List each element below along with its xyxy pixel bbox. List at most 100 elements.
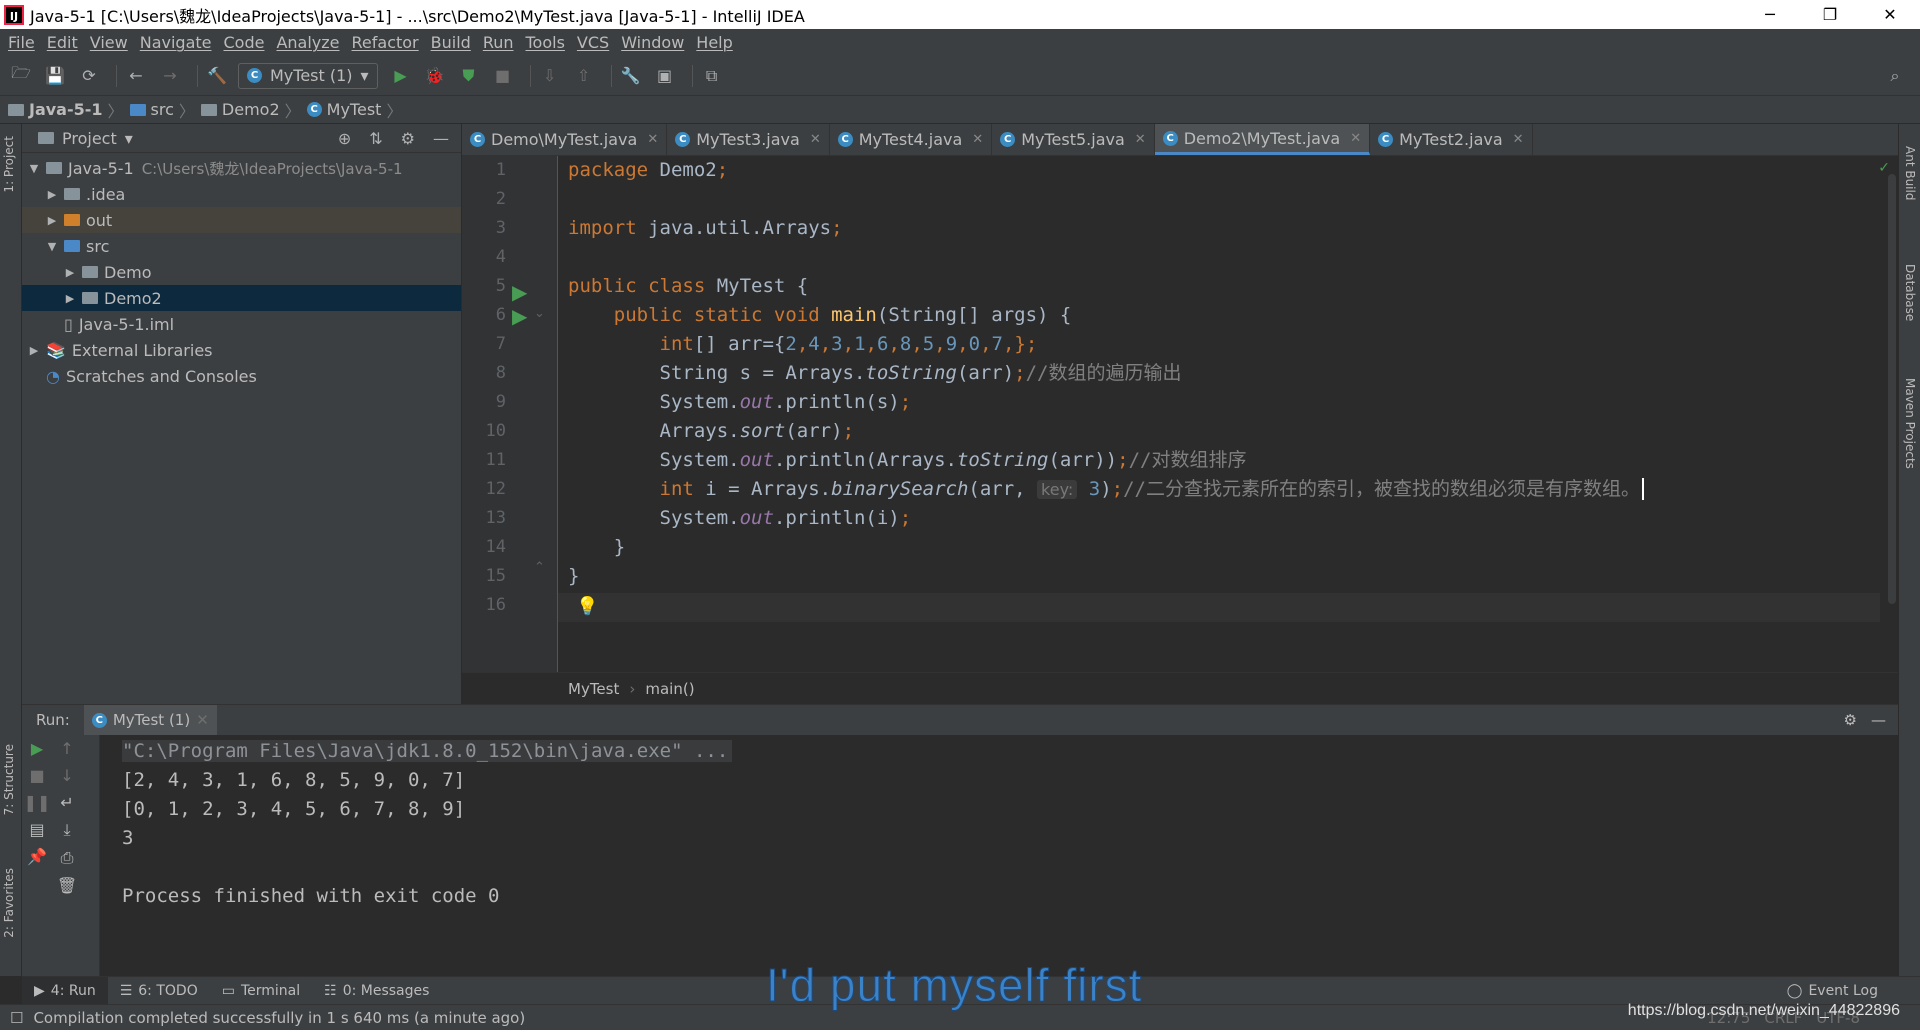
menu-navigate[interactable]: Navigate	[136, 33, 220, 52]
tool-tab-terminal[interactable]: ▭ Terminal	[210, 977, 312, 1005]
run-main-gutter-icon[interactable]: ▶	[512, 304, 527, 328]
menu-vcs[interactable]: VCS	[573, 33, 617, 52]
editor-scrollbar[interactable]	[1888, 174, 1896, 604]
vcs-update-icon[interactable]: ⇩	[537, 63, 563, 89]
tool-tab-run[interactable]: ▶ 4: Run	[22, 976, 108, 1005]
close-tab-icon[interactable]: ✕	[647, 132, 658, 147]
project-structure-icon[interactable]: ▣	[652, 63, 678, 89]
editor-tab[interactable]: C Demo2\MyTest.java ✕	[1154, 124, 1371, 155]
run-tab[interactable]: C MyTest (1) ✕	[83, 705, 217, 735]
menu-tools[interactable]: Tools	[522, 33, 573, 52]
menu-run[interactable]: Run	[479, 33, 522, 52]
tool-tab-project[interactable]: 1: Project	[2, 136, 16, 193]
menu-build[interactable]: Build	[427, 33, 479, 52]
gear-icon[interactable]: ⚙	[401, 129, 415, 148]
collapsed-arrow-icon[interactable]: ▶	[62, 292, 78, 305]
close-tab-icon[interactable]: ✕	[1513, 132, 1524, 147]
forward-arrow-icon[interactable]: →	[157, 63, 183, 89]
up-arrow-icon[interactable]: ↑	[60, 739, 73, 758]
minimize-button[interactable]: ─	[1740, 0, 1800, 29]
print-icon[interactable]: ⎙	[61, 848, 74, 868]
tree-item-idea[interactable]: ▶ .idea	[22, 181, 461, 207]
run-coverage-icon[interactable]: ⛊	[456, 63, 482, 89]
status-toggle-icon[interactable]: ☐	[10, 1009, 23, 1027]
soft-wrap-icon[interactable]: ↵	[60, 793, 73, 812]
close-tab-icon[interactable]: ✕	[972, 132, 983, 147]
editor-tab[interactable]: C MyTest3.java ✕	[667, 124, 830, 155]
pin-icon[interactable]: 📌	[27, 847, 47, 866]
editor-tab[interactable]: C MyTest4.java ✕	[830, 124, 993, 155]
stop-icon[interactable]: ■	[490, 63, 516, 89]
menu-refactor[interactable]: Refactor	[348, 33, 427, 52]
close-tab-icon[interactable]: ✕	[196, 711, 209, 729]
back-arrow-icon[interactable]: ←	[123, 63, 149, 89]
tree-item-out[interactable]: ▶ out	[22, 207, 461, 233]
collapsed-arrow-icon[interactable]: ▶	[26, 344, 42, 357]
tree-item-java-5-1-iml[interactable]: ▯ Java-5-1.iml	[22, 311, 461, 337]
tool-tab-messages[interactable]: ☷ 0: Messages	[312, 977, 441, 1005]
code-editor[interactable]: package Demo2; import java.util.Arrays; …	[568, 156, 1888, 672]
collapsed-arrow-icon[interactable]: ▶	[44, 214, 60, 227]
expanded-arrow-icon[interactable]: ▼	[44, 240, 60, 253]
run-configuration-select[interactable]: C MyTest (1) ▾	[238, 62, 378, 89]
vcs-commit-icon[interactable]: ⇧	[571, 63, 597, 89]
editor-tab[interactable]: C MyTest5.java ✕	[992, 124, 1155, 155]
open-folder-icon[interactable]: 🗁	[8, 63, 34, 89]
tree-item-external-libraries[interactable]: ▶ 📚 External Libraries	[22, 337, 461, 363]
collapsed-arrow-icon[interactable]: ▶	[44, 188, 60, 201]
debug-bug-icon[interactable]: 🐞	[422, 63, 448, 89]
breadcrumb-package[interactable]: Demo2 〉	[200, 98, 301, 122]
tree-item-demo[interactable]: ▶ Demo	[22, 259, 461, 285]
close-tab-icon[interactable]: ✕	[810, 132, 821, 147]
tree-item-scratches-and-consoles[interactable]: ◔ Scratches and Consoles	[22, 363, 461, 389]
scroll-to-end-icon[interactable]: ⤓	[63, 820, 70, 840]
menu-edit[interactable]: Edit	[43, 33, 86, 52]
hide-panel-icon[interactable]: —	[1871, 711, 1886, 729]
sdk-manager-icon[interactable]: ⧉	[699, 63, 725, 89]
menu-analyze[interactable]: Analyze	[272, 33, 347, 52]
restore-button[interactable]: ❐	[1800, 0, 1860, 29]
trash-icon[interactable]: 🗑	[57, 876, 77, 895]
menu-help[interactable]: Help	[692, 33, 740, 52]
tool-tab-database[interactable]: Database	[1903, 264, 1917, 321]
collapse-all-icon[interactable]: ⇅	[369, 129, 382, 148]
editor-tab[interactable]: C Demo\MyTest.java ✕	[462, 124, 668, 155]
stop-icon[interactable]: ■	[29, 766, 44, 785]
rerun-icon[interactable]: ▶	[31, 739, 43, 758]
tool-tab-structure[interactable]: 7: Structure	[2, 744, 16, 815]
menu-window[interactable]: Window	[617, 33, 692, 52]
close-window-button[interactable]: ✕	[1860, 0, 1920, 29]
tool-tab-todo[interactable]: ☰ 6: TODO	[108, 977, 210, 1005]
breadcrumb-class[interactable]: C MyTest 〉	[306, 98, 402, 122]
pause-icon[interactable]: ❚❚	[24, 793, 51, 812]
editor-tab[interactable]: C MyTest2.java ✕	[1370, 124, 1533, 155]
fold-icon[interactable]: ⌄	[534, 306, 545, 321]
breadcrumb-project[interactable]: Java-5-1 〉	[8, 98, 124, 122]
scroll-from-source-icon[interactable]: ⊕	[338, 129, 351, 148]
tool-tab-maven[interactable]: Maven Projects	[1903, 378, 1917, 469]
close-tab-icon[interactable]: ✕	[1135, 132, 1146, 147]
hide-panel-icon[interactable]: —	[433, 129, 449, 148]
build-hammer-icon[interactable]: 🔨	[204, 63, 230, 89]
expanded-arrow-icon[interactable]: ▼	[26, 162, 42, 175]
breadcrumb-src[interactable]: src 〉	[129, 98, 195, 122]
settings-wrench-icon[interactable]: 🔧	[618, 63, 644, 89]
breadcrumb-method-item[interactable]: main()	[645, 680, 694, 698]
menu-file[interactable]: File	[4, 33, 43, 52]
tool-tab-favorites[interactable]: 2: Favorites	[2, 868, 16, 938]
save-all-icon[interactable]: 💾	[42, 63, 68, 89]
synchronize-icon[interactable]: ⟳	[76, 63, 102, 89]
close-tab-icon[interactable]: ✕	[1350, 131, 1361, 146]
fold-icon[interactable]: ⌃	[534, 560, 545, 575]
run-icon[interactable]: ▶	[388, 63, 414, 89]
tool-tab-ant-build[interactable]: Ant Build	[1903, 146, 1917, 200]
project-view-select[interactable]: Project	[62, 129, 117, 148]
menu-view[interactable]: View	[86, 33, 136, 52]
console-output[interactable]: "C:\Program Files\Java\jdk1.8.0_152\bin\…	[122, 737, 733, 911]
event-log-button[interactable]: ◯ Event Log	[1775, 977, 1890, 1005]
breadcrumb-class-item[interactable]: MyTest	[568, 680, 619, 698]
menu-code[interactable]: Code	[220, 33, 273, 52]
inspection-ok-icon[interactable]: ✓	[1878, 160, 1890, 176]
chevron-down-icon[interactable]: ▾	[125, 129, 133, 148]
collapsed-arrow-icon[interactable]: ▶	[62, 266, 78, 279]
